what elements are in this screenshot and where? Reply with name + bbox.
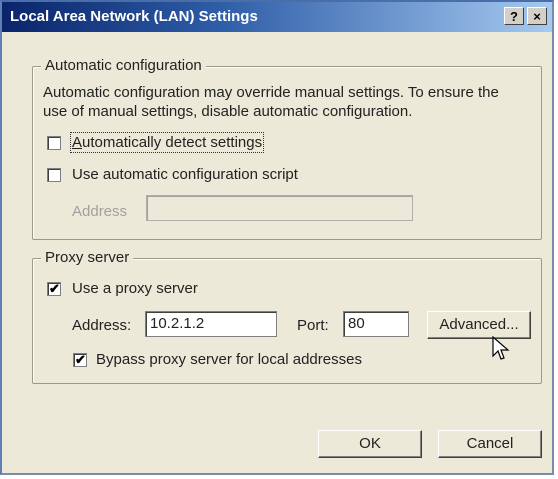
ok-button[interactable]: OK — [318, 430, 422, 458]
automatic-configuration-legend: Automatic configuration — [41, 57, 206, 74]
auto-detect-checkbox[interactable] — [47, 136, 61, 150]
help-button[interactable]: ? — [504, 7, 524, 25]
bypass-local-label[interactable]: Bypass proxy server for local addresses — [96, 351, 362, 368]
proxy-server-group: Proxy server ✔ Use a proxy server Addres… — [32, 249, 542, 384]
title-bar[interactable]: Local Area Network (LAN) Settings ? × — [2, 2, 552, 32]
close-button[interactable]: × — [527, 7, 547, 25]
proxy-port-input[interactable]: 80 — [343, 311, 409, 337]
proxy-port-label: Port: — [297, 317, 329, 334]
proxy-server-legend: Proxy server — [41, 249, 134, 266]
advanced-button[interactable]: Advanced... — [427, 311, 531, 339]
bypass-local-checkbox[interactable]: ✔ — [73, 352, 87, 367]
script-address-label: Address — [72, 203, 128, 220]
automatic-configuration-description: Automatic configuration may override man… — [43, 84, 499, 120]
automatic-configuration-group: Automatic configuration Automatic config… — [32, 57, 542, 240]
lan-settings-dialog: Local Area Network (LAN) Settings ? × Au… — [0, 0, 554, 475]
proxy-address-input[interactable]: 10.2.1.2 — [145, 311, 277, 337]
cancel-button[interactable]: Cancel — [438, 430, 542, 458]
auto-detect-label[interactable]: Automatically detect settings — [69, 132, 265, 153]
use-proxy-checkbox[interactable]: ✔ — [47, 281, 61, 296]
mouse-pointer-icon — [492, 336, 510, 360]
use-proxy-label[interactable]: Use a proxy server — [72, 280, 198, 297]
window-title: Local Area Network (LAN) Settings — [10, 8, 258, 25]
use-script-label[interactable]: Use automatic configuration script — [72, 166, 298, 183]
check-icon: ✔ — [49, 281, 60, 296]
check-icon: ✔ — [75, 352, 86, 367]
script-address-input[interactable] — [146, 195, 413, 221]
use-script-checkbox[interactable] — [47, 168, 61, 182]
proxy-address-label: Address: — [72, 317, 132, 334]
